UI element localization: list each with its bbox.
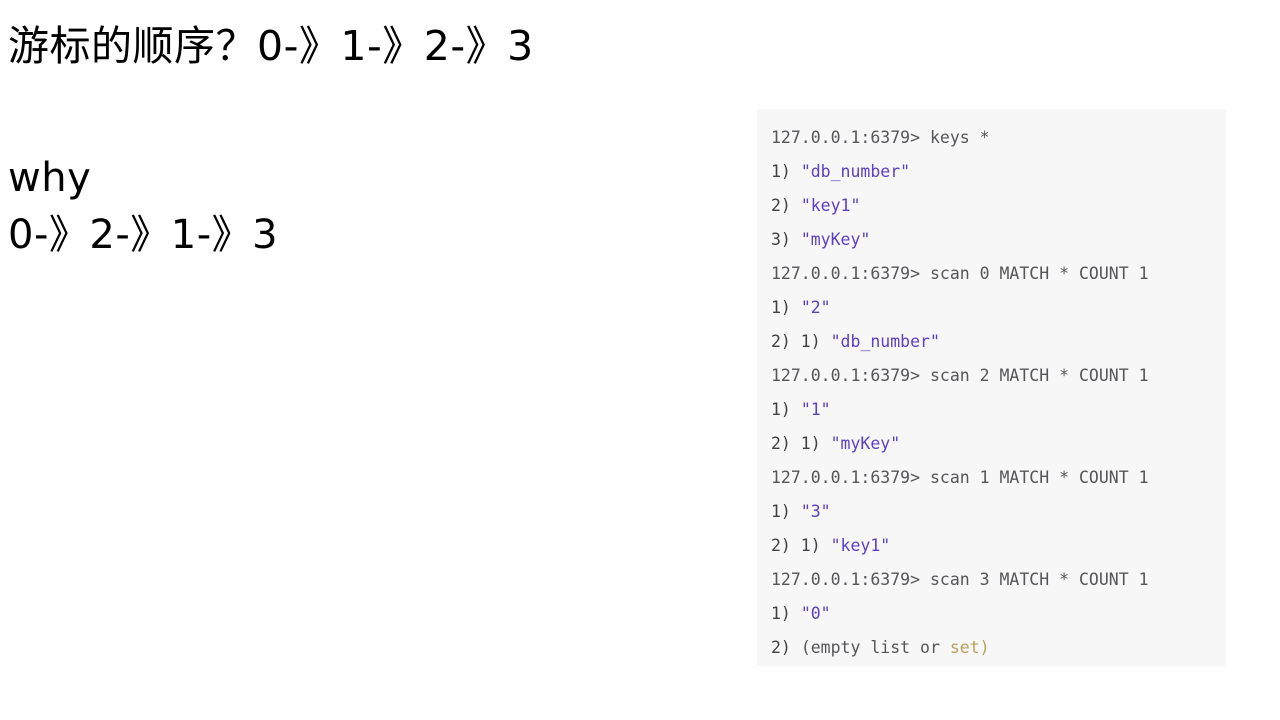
why-label: why <box>8 155 92 201</box>
terminal-token-string: "3" <box>800 502 831 521</box>
terminal-token-string: "0" <box>800 604 831 623</box>
terminal-token-index: 1) <box>771 298 801 317</box>
terminal-token-prompt: 127.0.0.1:6379> <box>771 366 930 385</box>
terminal-line: 1) "db_number" <box>771 155 1226 189</box>
terminal-line: 127.0.0.1:6379> scan 0 MATCH * COUNT 1 <box>771 257 1226 291</box>
terminal-token-prompt: 127.0.0.1:6379> <box>771 570 930 589</box>
terminal-token-string: "key1" <box>830 536 891 555</box>
terminal-token-index: 3) <box>771 230 801 249</box>
terminal-line: 2) 1) "db_number" <box>771 325 1226 359</box>
terminal-token-command: scan 2 MATCH * COUNT 1 <box>929 366 1149 385</box>
terminal-token-prompt: 127.0.0.1:6379> <box>771 264 930 283</box>
terminal-token-string: "myKey" <box>800 230 871 249</box>
terminal-token-index: 1) <box>771 162 801 181</box>
slide-heading: 游标的顺序？0-》1-》2-》3 <box>8 22 534 70</box>
terminal-line: 127.0.0.1:6379> keys * <box>771 121 1226 155</box>
terminal-line: 127.0.0.1:6379> scan 1 MATCH * COUNT 1 <box>771 461 1226 495</box>
terminal-line: 2) 1) "key1" <box>771 529 1226 563</box>
terminal-token-string: "myKey" <box>830 434 901 453</box>
terminal-token-command: scan 0 MATCH * COUNT 1 <box>929 264 1149 283</box>
terminal-token-index: 1) <box>771 502 801 521</box>
terminal-line: 1) "3" <box>771 495 1226 529</box>
terminal-line: 1) "2" <box>771 291 1226 325</box>
terminal-token-prompt: 127.0.0.1:6379> <box>771 468 930 487</box>
slide-why-block: why 0-》2-》1-》3 <box>8 150 728 264</box>
terminal-line: 2) (empty list or set) <box>771 631 1226 665</box>
terminal-token-keyword: set) <box>949 638 990 657</box>
terminal-token-string: "1" <box>800 400 831 419</box>
terminal-line: 127.0.0.1:6379> scan 2 MATCH * COUNT 1 <box>771 359 1226 393</box>
terminal-token-string: "db_number" <box>800 162 911 181</box>
terminal-line: 1) "0" <box>771 597 1226 631</box>
terminal-token-command: scan 3 MATCH * COUNT 1 <box>929 570 1149 589</box>
terminal-token-command: scan 1 MATCH * COUNT 1 <box>929 468 1149 487</box>
terminal-token-index: 2) <box>771 638 801 657</box>
terminal-token-plain: (empty list or <box>800 638 950 657</box>
terminal-token-index: 2) 1) <box>771 434 831 453</box>
terminal-token-index: 2) 1) <box>771 332 831 351</box>
terminal-token-string: "2" <box>800 298 831 317</box>
slide-text-block: 游标的顺序？0-》1-》2-》3 <box>8 18 728 74</box>
terminal-token-index: 1) <box>771 400 801 419</box>
terminal-token-index: 2) 1) <box>771 536 831 555</box>
terminal-line: 2) 1) "myKey" <box>771 427 1226 461</box>
terminal-token-index: 2) <box>771 196 801 215</box>
terminal-line: 1) "1" <box>771 393 1226 427</box>
terminal-token-prompt: 127.0.0.1:6379> <box>771 128 930 147</box>
terminal-line: 127.0.0.1:6379> scan 3 MATCH * COUNT 1 <box>771 563 1226 597</box>
terminal-token-command: keys * <box>929 128 990 147</box>
terminal-token-index: 1) <box>771 604 801 623</box>
terminal-line: 3) "myKey" <box>771 223 1226 257</box>
terminal-token-string: "key1" <box>800 196 861 215</box>
cursor-sequence-text: 0-》2-》1-》3 <box>8 212 279 258</box>
redis-cli-transcript-panel: 127.0.0.1:6379> keys * 1) "db_number" 2) "… <box>757 109 1226 666</box>
terminal-token-string: "db_number" <box>830 332 940 351</box>
terminal-line: 2) "key1" <box>771 189 1226 223</box>
